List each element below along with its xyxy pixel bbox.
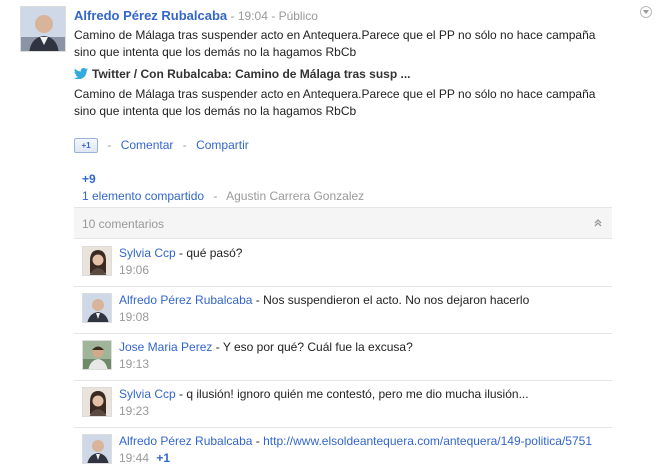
commenter-avatar[interactable] bbox=[82, 340, 112, 370]
comment-link-text[interactable]: http://www.elsoldeantequera.com/antequer… bbox=[263, 434, 592, 448]
dropdown-caret-icon bbox=[643, 10, 649, 14]
post-menu-button[interactable] bbox=[640, 6, 652, 18]
comment-item: Alfredo Pérez Rubalcaba - Nos suspendier… bbox=[74, 287, 612, 334]
post-author-name[interactable]: Alfredo Pérez Rubalcaba bbox=[74, 8, 227, 23]
comment-time[interactable]: 19:23 bbox=[119, 404, 149, 418]
plus-count[interactable]: +9 bbox=[82, 172, 96, 186]
comments-count[interactable]: 10 comentarios bbox=[82, 217, 164, 231]
share-link[interactable]: Compartir bbox=[196, 138, 249, 152]
collapse-chevrons-icon[interactable] bbox=[594, 219, 602, 227]
commenter-avatar[interactable] bbox=[82, 246, 112, 276]
comment-author[interactable]: Jose Maria Perez bbox=[119, 340, 212, 354]
comment-item: Jose Maria Perez - Y eso por qué? Cuál f… bbox=[74, 334, 612, 381]
shared-text: Camino de Málaga tras suspender acto en … bbox=[74, 87, 596, 118]
shared-by[interactable]: Agustin Carrera Gonzalez bbox=[226, 189, 364, 203]
commenter-avatar[interactable] bbox=[82, 434, 112, 464]
post-time[interactable]: 19:04 bbox=[238, 9, 268, 23]
comment-plusone-count[interactable]: +1 bbox=[156, 451, 170, 465]
comment-author[interactable]: Sylvia Ccp bbox=[119, 387, 176, 401]
comment-time[interactable]: 19:08 bbox=[119, 310, 149, 324]
comment-time[interactable]: 19:44 bbox=[119, 451, 149, 465]
post-actions: +1 - Comentar - Compartir bbox=[74, 138, 249, 154]
shared-link-title[interactable]: Twitter / Con Rubalcaba: Camino de Málag… bbox=[92, 67, 411, 81]
comment-text: q ilusión! ignoro quién me contestó, per… bbox=[186, 387, 529, 401]
comment-item: Sylvia Ccp - qué pasó? 19:06 bbox=[74, 240, 612, 287]
post-text: Camino de Málaga tras suspender acto en … bbox=[74, 28, 596, 59]
post-author-avatar[interactable] bbox=[20, 6, 66, 52]
post-header: Alfredo Pérez Rubalcaba - 19:04 - Públic… bbox=[74, 8, 318, 23]
commenter-avatar[interactable] bbox=[82, 387, 112, 417]
comment-time[interactable]: 19:06 bbox=[119, 263, 149, 277]
comment-text: Y eso por qué? Cuál fue la excusa? bbox=[222, 340, 413, 354]
comment-item: Alfredo Pérez Rubalcaba - http://www.els… bbox=[74, 428, 612, 474]
shared-count-link[interactable]: 1 elemento compartido bbox=[82, 189, 204, 203]
commenter-avatar[interactable] bbox=[82, 293, 112, 323]
comment-author[interactable]: Alfredo Pérez Rubalcaba bbox=[119, 293, 252, 307]
shared-link[interactable]: Twitter / Con Rubalcaba: Camino de Málag… bbox=[74, 67, 411, 81]
comment-author[interactable]: Alfredo Pérez Rubalcaba bbox=[119, 434, 252, 448]
comments-header-bar[interactable]: 10 comentarios bbox=[74, 207, 612, 239]
comment-text: qué pasó? bbox=[186, 246, 243, 260]
plusone-button[interactable]: +1 bbox=[74, 138, 98, 154]
comment-link[interactable]: Comentar bbox=[121, 138, 174, 152]
comment-author[interactable]: Sylvia Ccp bbox=[119, 246, 176, 260]
post-visibility[interactable]: Público bbox=[279, 9, 318, 23]
shared-row: 1 elemento compartido - Agustin Carrera … bbox=[82, 189, 365, 203]
comment-text: Nos suspendieron el acto. No nos dejaron… bbox=[263, 293, 530, 307]
comment-time[interactable]: 19:13 bbox=[119, 357, 149, 371]
twitter-bird-icon bbox=[74, 68, 88, 79]
comment-item: Sylvia Ccp - q ilusión! ignoro quién me … bbox=[74, 381, 612, 428]
